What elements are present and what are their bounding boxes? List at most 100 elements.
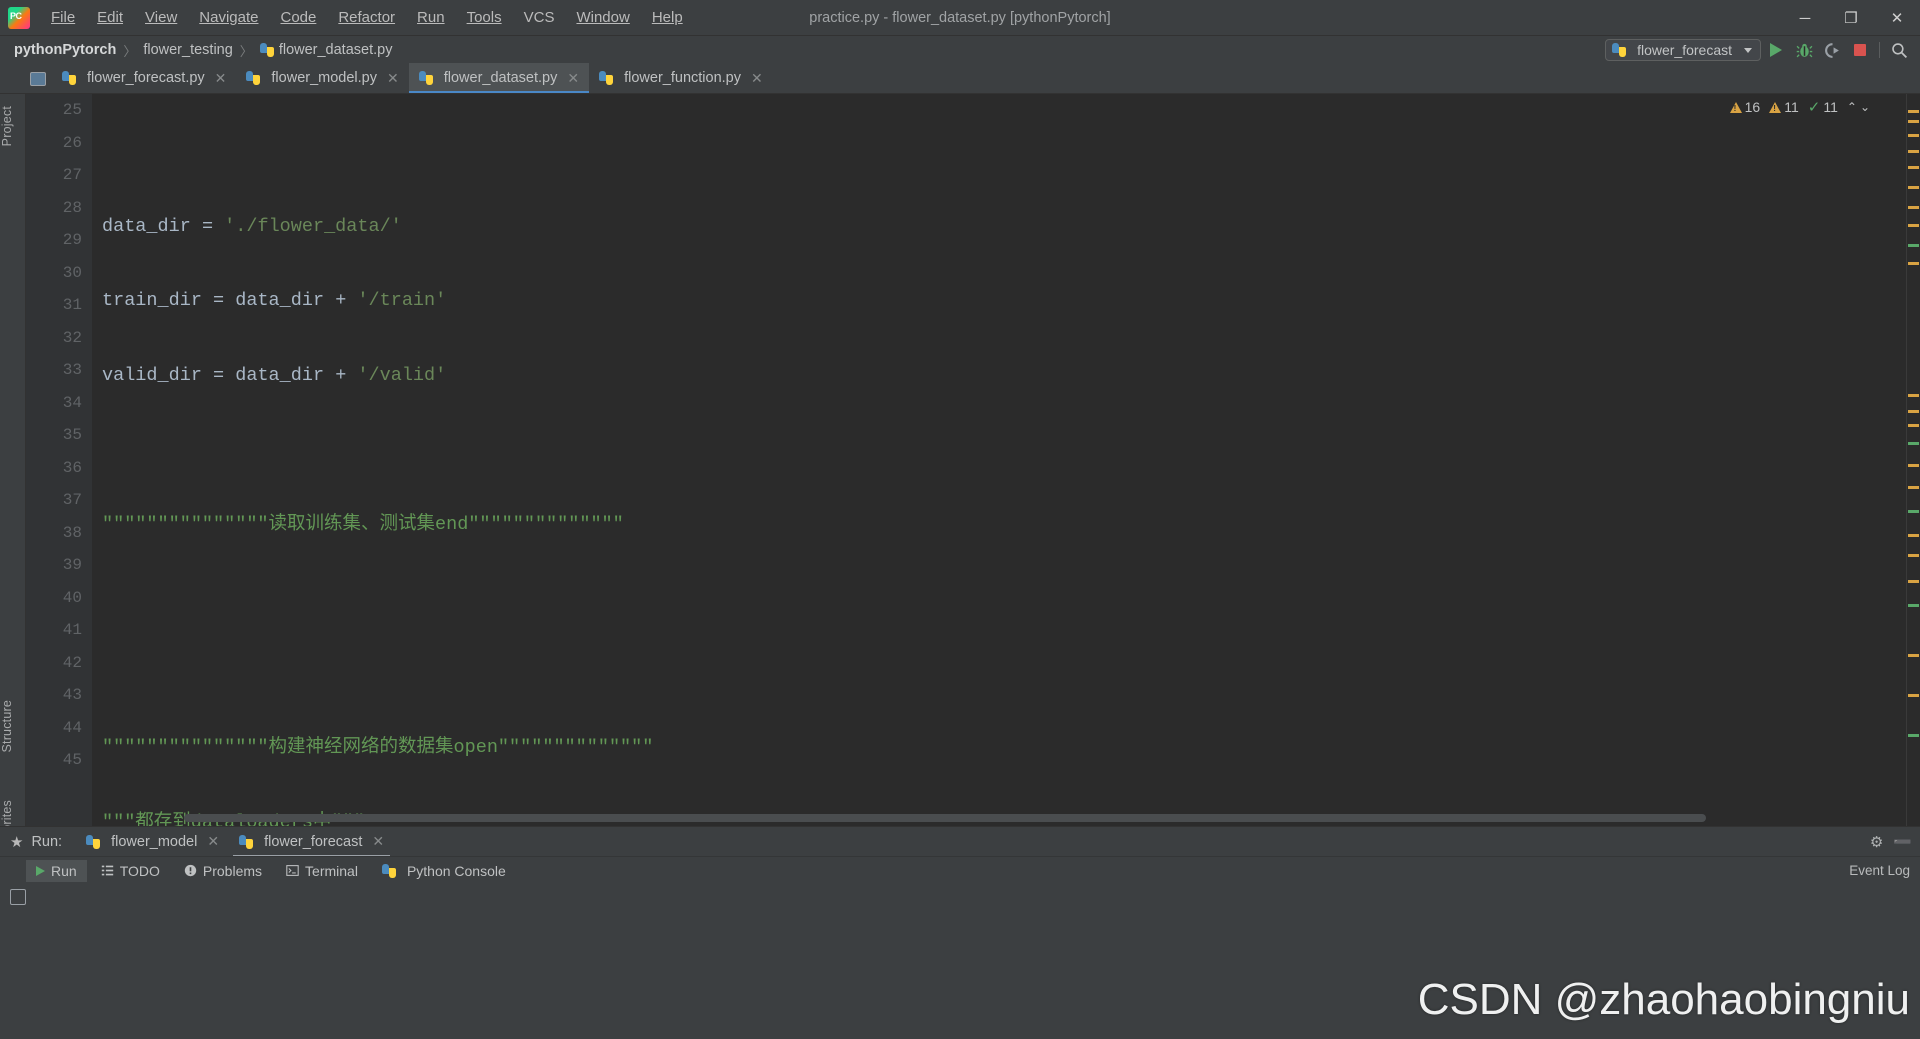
menu-code-label: Code [280, 9, 317, 26]
line-number: 28 [62, 198, 82, 217]
menu-code[interactable]: Code [269, 6, 327, 29]
weak-warning-count-group[interactable]: 11 [1769, 99, 1799, 115]
tab-close-icon[interactable]: ✕ [567, 70, 579, 87]
editor-tab-label: flower_dataset.py [443, 70, 558, 86]
minimize-button[interactable]: ─ [1782, 0, 1828, 36]
horizontal-scrollbar[interactable] [184, 814, 1706, 822]
code-line-text: """""""""""""""构建神经网络的数据集open"""""""""""… [102, 737, 654, 758]
pycharm-window: File Edit View Navigate Code Refactor Ru… [0, 0, 1920, 1039]
menu-file[interactable]: File [40, 6, 86, 29]
search-icon [1891, 42, 1907, 58]
code-line: data_dir = './flower_data/' [102, 215, 402, 237]
error-stripe-marker-bar[interactable] [1906, 94, 1920, 826]
bottom-tab-label: Terminal [305, 862, 358, 879]
warning-count: 16 [1744, 99, 1761, 115]
run-tab-flower-model[interactable]: flower_model ✕ [76, 827, 229, 857]
coverage-icon [1824, 42, 1839, 58]
breadcrumb-file[interactable]: flower_dataset.py [259, 42, 392, 58]
pycharm-logo-icon [8, 6, 30, 29]
run-button[interactable] [1763, 38, 1789, 62]
bottom-tab-terminal[interactable]: Terminal [276, 860, 368, 882]
line-number: 45 [62, 751, 82, 769]
event-log-area[interactable]: Event Log [1849, 863, 1910, 878]
tab-close-icon[interactable]: ✕ [215, 70, 227, 87]
main-menu: File Edit View Navigate Code Refactor Ru… [40, 6, 694, 29]
tool-window-structure[interactable]: Structure [0, 694, 26, 759]
menu-edit[interactable]: Edit [86, 6, 134, 29]
status-bar [0, 884, 1920, 910]
bottom-tab-label: Python Console [406, 862, 506, 879]
editor-area: Project Structure Favorites 25 26 27 28 … [0, 94, 1920, 853]
code-line: """""""""""""""读取训练集、测试集end"""""""""""""… [92, 509, 1906, 542]
menu-help[interactable]: Help [641, 6, 694, 29]
stripe-marker [1908, 464, 1919, 467]
stripe-marker [1908, 410, 1919, 413]
window-controls: ─ ❐ ✕ [1782, 0, 1920, 36]
bottom-tab-problems[interactable]: Problems [174, 860, 272, 882]
close-button[interactable]: ✕ [1874, 0, 1920, 36]
breadcrumb-project[interactable]: pythonPytorch [14, 42, 116, 58]
bottom-tab-todo[interactable]: TODO [91, 860, 170, 882]
inspection-widget[interactable]: 16 11 ✓ 11 ⌃ ⌄ [1729, 98, 1870, 116]
stop-icon [1854, 44, 1866, 56]
run-tab-close-icon[interactable]: ✕ [207, 833, 219, 850]
menu-file-label: File [51, 9, 76, 26]
maximize-button[interactable]: ❐ [1828, 0, 1874, 36]
bottom-tab-python-console[interactable]: Python Console [372, 860, 516, 882]
search-everywhere-button[interactable] [1886, 38, 1912, 62]
stop-button[interactable] [1847, 38, 1873, 62]
menu-vcs[interactable]: VCS [513, 6, 566, 29]
menu-help-label: Help [651, 9, 683, 26]
stripe-marker [1908, 224, 1919, 227]
editor-tab-flower-function[interactable]: flower_function.py ✕ [589, 63, 773, 93]
editor-tab-flower-dataset[interactable]: flower_dataset.py ✕ [408, 63, 590, 93]
menu-navigate[interactable]: Navigate [188, 6, 269, 29]
menu-window[interactable]: Window [565, 6, 640, 29]
editor-tab-flower-forecast[interactable]: flower_forecast.py ✕ [52, 63, 236, 93]
warning-count-group[interactable]: 16 [1729, 99, 1761, 115]
tab-close-icon[interactable]: ✕ [751, 70, 763, 87]
python-icon [381, 863, 396, 878]
ok-count-group[interactable]: ✓ 11 [1808, 98, 1838, 116]
code-line: valid_dir = data_dir + '/valid' [102, 364, 447, 386]
favorites-star-icon[interactable]: ★ [10, 833, 23, 851]
line-number: 43 [62, 686, 82, 704]
run-tab-flower-forecast[interactable]: flower_forecast ✕ [229, 827, 394, 857]
tab-close-icon[interactable]: ✕ [387, 70, 399, 87]
title-bar: File Edit View Navigate Code Refactor Ru… [0, 0, 1920, 36]
run-configuration-selector[interactable]: flower_forecast [1605, 39, 1761, 61]
menu-run[interactable]: Run [406, 6, 456, 29]
stripe-marker [1908, 604, 1919, 607]
gear-icon[interactable]: ⚙ [1870, 833, 1883, 851]
line-number: 44 [62, 718, 82, 737]
stripe-marker [1908, 486, 1919, 489]
code-line-text: """""""""""""""读取训练集、测试集end"""""""""""""… [102, 513, 624, 535]
menu-run-label: Run [417, 9, 445, 26]
code-viewport[interactable]: data_dir = './flower_data/' train_dir = … [92, 94, 1906, 826]
hide-window-icon[interactable]: ➖ [1893, 833, 1912, 851]
stripe-marker [1908, 580, 1919, 583]
menu-refactor[interactable]: Refactor [327, 6, 406, 29]
bottom-tab-run[interactable]: Run [26, 859, 87, 882]
layout-toggle-icon[interactable] [10, 889, 26, 905]
menu-view[interactable]: View [134, 6, 188, 29]
line-number: 41 [62, 621, 82, 639]
editor-gutter[interactable]: 25 26 27 28 29 30 31 32 33 34 35 36 37 3… [26, 94, 92, 826]
menu-tools[interactable]: Tools [456, 6, 513, 29]
toolbar-divider [1879, 42, 1880, 58]
weak-warning-triangle-icon [1769, 101, 1782, 113]
breadcrumb-folder[interactable]: flower_testing [143, 42, 232, 58]
chevron-up-icon[interactable]: ⌃ [1847, 100, 1857, 114]
chevron-down-icon[interactable]: ⌄ [1860, 100, 1870, 114]
warning-triangle-icon [1729, 101, 1742, 113]
left-tool-strip: Project Structure Favorites [0, 94, 26, 853]
debug-button[interactable] [1791, 38, 1817, 62]
editor-tab-bar: flower_forecast.py ✕ flower_model.py ✕ f… [0, 63, 1920, 94]
run-with-coverage-button[interactable] [1819, 38, 1845, 62]
split-editor-icon[interactable] [30, 72, 46, 86]
run-tab-close-icon[interactable]: ✕ [372, 833, 384, 850]
stripe-marker [1908, 166, 1919, 169]
tool-window-project[interactable]: Project [0, 100, 26, 152]
editor-tab-flower-model[interactable]: flower_model.py ✕ [236, 63, 408, 93]
